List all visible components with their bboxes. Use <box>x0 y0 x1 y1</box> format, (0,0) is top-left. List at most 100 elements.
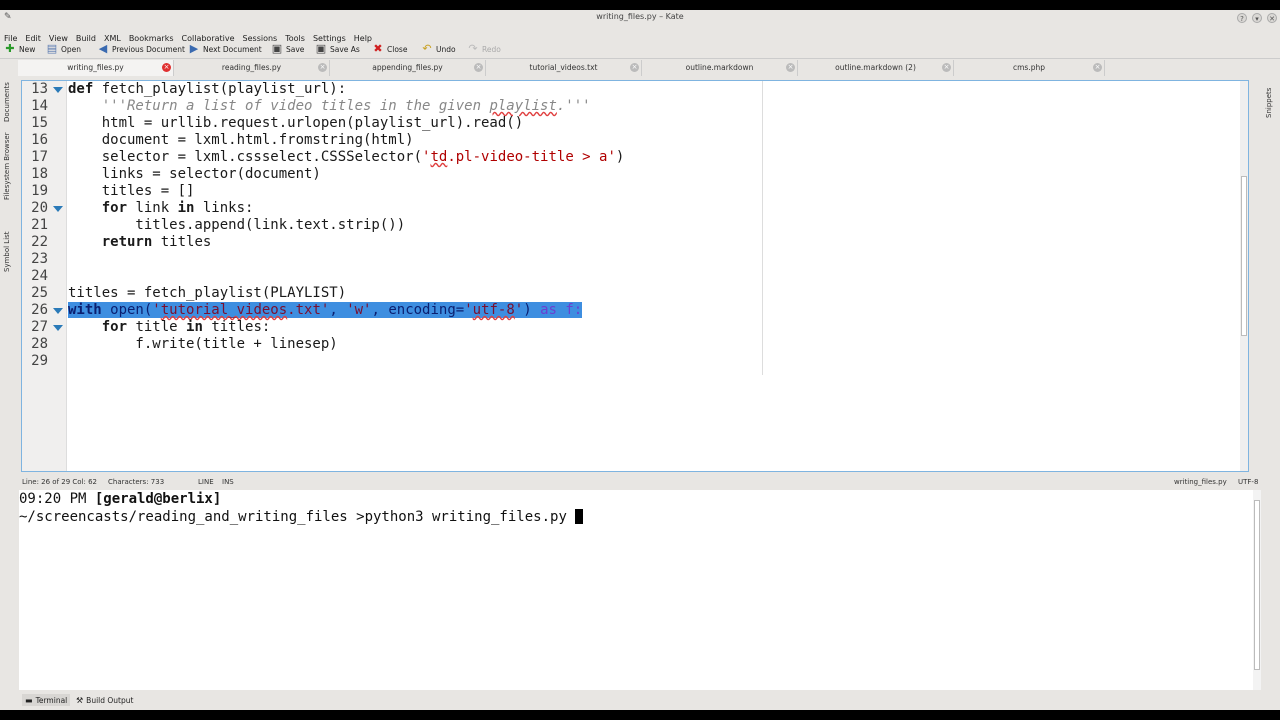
close-button[interactable]: ✖ Close <box>372 41 407 57</box>
code-text: title <box>127 319 187 335</box>
tab-cms-php[interactable]: cms.php × <box>954 60 1105 76</box>
terminal-tab[interactable]: ▬ Terminal <box>22 694 71 706</box>
editor-scrollbar-thumb[interactable] <box>1241 176 1247 336</box>
arrow-left-icon: ◀ <box>98 42 108 55</box>
terminal-cursor <box>575 509 584 524</box>
terminal-scrollbar-thumb[interactable] <box>1254 500 1260 670</box>
tab-writing-files[interactable]: writing_files.py × <box>18 60 174 76</box>
new-button-label: New <box>19 44 36 54</box>
tab-label: tutorial_videos.txt <box>529 63 598 72</box>
previous-document-label: Previous Document <box>112 44 185 54</box>
save-icon: ▣ <box>271 42 283 55</box>
string: .pl-video-title > a' <box>447 149 616 165</box>
line-number: 22 <box>31 234 48 250</box>
undo-button[interactable]: ↶ Undo <box>421 41 456 57</box>
string: .txt' <box>287 302 330 318</box>
tab-tutorial-videos[interactable]: tutorial_videos.txt × <box>486 60 642 76</box>
save-as-button[interactable]: ▣ Save As <box>315 41 360 57</box>
editor-scrollbar[interactable] <box>1240 81 1248 471</box>
sidebar-filesystem-browser-tab[interactable]: Filesystem Browser <box>3 132 11 200</box>
bottom-tool-bar: ▬ Terminal ⚒ Build Output <box>18 692 1278 708</box>
close-tab-icon[interactable]: × <box>162 63 171 72</box>
line-number: 20 <box>31 200 48 216</box>
character-count: Characters: 733 <box>108 478 165 486</box>
build-output-tab-label: Build Output <box>86 695 134 705</box>
undo-button-label: Undo <box>436 44 456 54</box>
close-tab-icon[interactable]: × <box>942 63 951 72</box>
tab-label: appending_files.py <box>372 63 443 72</box>
close-tab-icon[interactable]: × <box>786 63 795 72</box>
line-number: 27 <box>31 319 48 335</box>
close-icon: ✖ <box>373 42 383 55</box>
tab-outline-markdown[interactable]: outline.markdown × <box>642 60 798 76</box>
code-line-22: return titles <box>68 234 212 251</box>
tab-reading-files[interactable]: reading_files.py × <box>174 60 330 76</box>
build-output-tab[interactable]: ⚒ Build Output <box>76 694 133 706</box>
open-folder-icon: ▤ <box>46 42 58 55</box>
docstring-text: '''Return a list of video titles in the … <box>68 98 490 114</box>
terminal-command: ~/screencasts/reading_and_writing_files … <box>19 509 576 525</box>
line-number: 16 <box>31 132 48 148</box>
build-icon: ⚒ <box>76 695 84 705</box>
selected-text: with open('tutorial_videos.txt', 'w', en… <box>68 302 583 318</box>
minimize-window-button[interactable]: ▾ <box>1252 13 1262 23</box>
line-mode-indicator[interactable]: LINE <box>198 478 214 486</box>
close-window-button[interactable]: ✕ <box>1267 13 1277 23</box>
encoding-indicator[interactable]: UTF-8 <box>1238 478 1258 486</box>
tab-appending-files[interactable]: appending_files.py × <box>330 60 486 76</box>
line-number: 15 <box>31 115 48 131</box>
code-line-13: def fetch_playlist(playlist_url): <box>68 81 346 98</box>
sidebar-documents-tab[interactable]: Documents <box>3 82 11 122</box>
code-text: , encoding= <box>371 302 465 318</box>
close-tab-icon[interactable]: × <box>474 63 483 72</box>
code-editor[interactable]: 13 14 15 16 17 18 19 20 21 22 23 24 25 2… <box>21 80 1249 472</box>
keyword: in <box>177 200 195 216</box>
terminal-panel[interactable]: 09:20 PM [gerald@berlix] ~/screencasts/r… <box>19 490 1261 690</box>
close-tab-icon[interactable]: × <box>630 63 639 72</box>
insert-mode-indicator[interactable]: INS <box>222 478 234 486</box>
line-number: 14 <box>31 98 48 114</box>
code-text: ) <box>615 149 625 165</box>
save-button[interactable]: ▣ Save <box>271 41 305 57</box>
code-line-28: f.write(title + linesep) <box>68 336 338 352</box>
terminal-scrollbar[interactable] <box>1253 490 1261 690</box>
code-text: fetch_playlist(playlist_url): <box>93 81 347 97</box>
line-number: 18 <box>31 166 48 182</box>
sidebar-snippets-tab[interactable]: Snippets <box>1265 88 1273 118</box>
tab-outline-markdown-2[interactable]: outline.markdown (2) × <box>798 60 954 76</box>
string: ' <box>514 302 524 318</box>
left-side-panel: Documents Filesystem Browser Symbol List <box>0 60 18 480</box>
open-button-label: Open <box>61 44 82 54</box>
line-number: 24 <box>31 268 48 284</box>
line-number-gutter: 13 14 15 16 17 18 19 20 21 22 23 24 25 2… <box>22 81 67 471</box>
open-button[interactable]: ▤ Open <box>46 41 81 57</box>
tab-label: reading_files.py <box>221 63 282 72</box>
fold-marker-icon[interactable] <box>53 206 63 212</box>
editor-status-bar: Line: 26 of 29 Col: 62 Characters: 733 L… <box>18 476 1262 488</box>
sidebar-symbol-list-tab[interactable]: Symbol List <box>3 231 11 272</box>
redo-button[interactable]: ↷ Redo <box>467 41 500 57</box>
next-document-button[interactable]: ▶ Next Document <box>188 41 262 57</box>
keyword: in <box>186 319 203 335</box>
close-tab-icon[interactable]: × <box>318 63 327 72</box>
tab-label: outline.markdown <box>685 63 754 72</box>
new-button[interactable]: ✚ New <box>4 41 35 57</box>
line-number: 19 <box>31 183 48 199</box>
close-tab-icon[interactable]: × <box>1093 63 1102 72</box>
spellcheck-word: td <box>430 149 448 165</box>
help-window-button[interactable]: ? <box>1237 13 1247 23</box>
code-text: links: <box>194 200 254 216</box>
code-text: link <box>127 200 178 216</box>
terminal-tab-label: Terminal <box>35 695 68 705</box>
fold-marker-icon[interactable] <box>53 325 63 331</box>
document-tab-bar: writing_files.py × reading_files.py × appe… <box>18 60 1258 76</box>
code-line-27: for title in titles: <box>68 319 271 336</box>
code-line-14: '''Return a list of video titles in the … <box>68 98 591 115</box>
fold-marker-icon[interactable] <box>53 308 63 314</box>
fold-marker-icon[interactable] <box>53 87 63 93</box>
undo-icon: ↶ <box>422 42 432 55</box>
code-text: titles <box>152 234 212 250</box>
status-filename: writing_files.py <box>1174 478 1227 486</box>
previous-document-button[interactable]: ◀ Previous Document <box>97 41 185 57</box>
